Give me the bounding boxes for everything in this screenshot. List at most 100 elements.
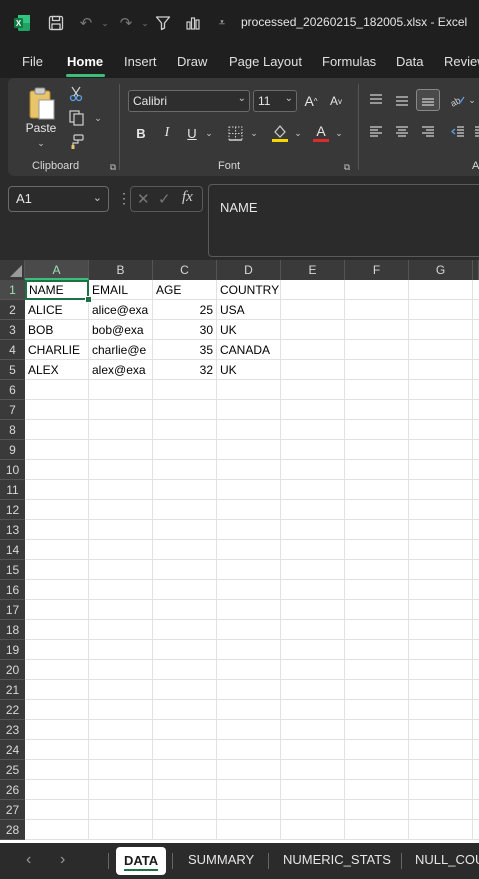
cell[interactable] bbox=[25, 620, 89, 640]
cell[interactable] bbox=[473, 620, 479, 640]
column-header-f[interactable]: F bbox=[345, 260, 409, 280]
menu-page-layout[interactable]: Page Layout bbox=[229, 54, 302, 69]
orientation-icon[interactable]: ab bbox=[448, 90, 466, 110]
clipboard-launcher-icon[interactable]: ⧉ bbox=[108, 162, 118, 172]
cell[interactable] bbox=[345, 340, 409, 360]
cell[interactable] bbox=[217, 480, 281, 500]
align-left-icon[interactable] bbox=[366, 122, 386, 142]
cell[interactable] bbox=[345, 500, 409, 520]
cell[interactable] bbox=[217, 700, 281, 720]
cell[interactable] bbox=[89, 700, 153, 720]
column-header-d[interactable]: D bbox=[217, 260, 281, 280]
bold-button[interactable]: B bbox=[132, 122, 150, 144]
cell[interactable] bbox=[217, 440, 281, 460]
cell[interactable] bbox=[345, 380, 409, 400]
row-header-24[interactable]: 24 bbox=[0, 740, 25, 760]
column-header-g[interactable]: G bbox=[409, 260, 473, 280]
row-header-2[interactable]: 2 bbox=[0, 300, 25, 320]
cell[interactable] bbox=[217, 680, 281, 700]
cell[interactable] bbox=[281, 660, 345, 680]
cell[interactable] bbox=[153, 580, 217, 600]
font-color-icon[interactable]: A bbox=[311, 122, 331, 144]
cell[interactable] bbox=[25, 780, 89, 800]
borders-dropdown-icon[interactable]: ⌄ bbox=[249, 124, 259, 142]
row-header-15[interactable]: 15 bbox=[0, 560, 25, 580]
copy-dropdown-icon[interactable]: ⌄ bbox=[92, 112, 104, 124]
cell[interactable] bbox=[409, 420, 473, 440]
cell[interactable] bbox=[281, 280, 345, 300]
cell[interactable]: 25 bbox=[153, 300, 217, 320]
cell[interactable] bbox=[89, 560, 153, 580]
cell[interactable] bbox=[409, 760, 473, 780]
cell[interactable] bbox=[409, 660, 473, 680]
cell[interactable] bbox=[217, 660, 281, 680]
row-header-10[interactable]: 10 bbox=[0, 460, 25, 480]
cell[interactable] bbox=[217, 520, 281, 540]
cell[interactable] bbox=[25, 680, 89, 700]
cell[interactable] bbox=[153, 500, 217, 520]
cell[interactable] bbox=[409, 480, 473, 500]
row-header-22[interactable]: 22 bbox=[0, 700, 25, 720]
cell[interactable] bbox=[473, 720, 479, 740]
cell[interactable] bbox=[89, 380, 153, 400]
cell[interactable] bbox=[153, 440, 217, 460]
cell[interactable] bbox=[345, 820, 409, 840]
cell[interactable] bbox=[217, 500, 281, 520]
row-header-17[interactable]: 17 bbox=[0, 600, 25, 620]
cell[interactable] bbox=[153, 800, 217, 820]
menu-formulas[interactable]: Formulas bbox=[322, 54, 376, 69]
cell[interactable] bbox=[25, 400, 89, 420]
cell[interactable] bbox=[473, 480, 479, 500]
cell[interactable] bbox=[473, 300, 479, 320]
cell[interactable] bbox=[281, 620, 345, 640]
cell[interactable]: ALICE bbox=[25, 300, 89, 320]
cell[interactable] bbox=[89, 400, 153, 420]
cell[interactable] bbox=[153, 760, 217, 780]
cell[interactable] bbox=[281, 400, 345, 420]
save-icon[interactable] bbox=[46, 13, 66, 33]
cell[interactable] bbox=[409, 460, 473, 480]
row-header-19[interactable]: 19 bbox=[0, 640, 25, 660]
cell[interactable] bbox=[89, 800, 153, 820]
cell[interactable] bbox=[153, 620, 217, 640]
cell[interactable] bbox=[281, 460, 345, 480]
cell[interactable]: CHARLIE bbox=[25, 340, 89, 360]
cell[interactable] bbox=[473, 740, 479, 760]
cell[interactable] bbox=[89, 660, 153, 680]
cell[interactable] bbox=[345, 400, 409, 420]
cell[interactable] bbox=[153, 420, 217, 440]
cell[interactable]: EMAIL bbox=[89, 280, 153, 300]
cell[interactable] bbox=[217, 560, 281, 580]
cell[interactable] bbox=[473, 760, 479, 780]
cell[interactable] bbox=[345, 540, 409, 560]
cell[interactable] bbox=[473, 660, 479, 680]
cell[interactable] bbox=[345, 420, 409, 440]
cell[interactable] bbox=[25, 440, 89, 460]
cell[interactable] bbox=[409, 400, 473, 420]
cell[interactable] bbox=[409, 300, 473, 320]
formula-input[interactable]: NAME bbox=[208, 184, 479, 257]
cell[interactable] bbox=[153, 640, 217, 660]
cell[interactable]: 30 bbox=[153, 320, 217, 340]
cell[interactable] bbox=[25, 740, 89, 760]
cell[interactable] bbox=[281, 340, 345, 360]
cell[interactable] bbox=[473, 780, 479, 800]
cell[interactable] bbox=[89, 500, 153, 520]
cell[interactable] bbox=[25, 820, 89, 840]
align-middle-icon[interactable] bbox=[392, 90, 412, 110]
row-header-26[interactable]: 26 bbox=[0, 780, 25, 800]
cell[interactable]: UK bbox=[217, 360, 281, 380]
cell[interactable] bbox=[473, 320, 479, 340]
cell[interactable] bbox=[281, 760, 345, 780]
row-header-18[interactable]: 18 bbox=[0, 620, 25, 640]
cell[interactable] bbox=[25, 800, 89, 820]
row-header-27[interactable]: 27 bbox=[0, 800, 25, 820]
cell[interactable] bbox=[89, 740, 153, 760]
cell[interactable] bbox=[281, 300, 345, 320]
undo-icon[interactable]: ↶ bbox=[76, 13, 96, 33]
menu-draw[interactable]: Draw bbox=[177, 54, 207, 69]
fill-color-dropdown-icon[interactable]: ⌄ bbox=[293, 124, 303, 142]
cell[interactable] bbox=[281, 480, 345, 500]
cell[interactable] bbox=[153, 700, 217, 720]
cell[interactable] bbox=[409, 360, 473, 380]
